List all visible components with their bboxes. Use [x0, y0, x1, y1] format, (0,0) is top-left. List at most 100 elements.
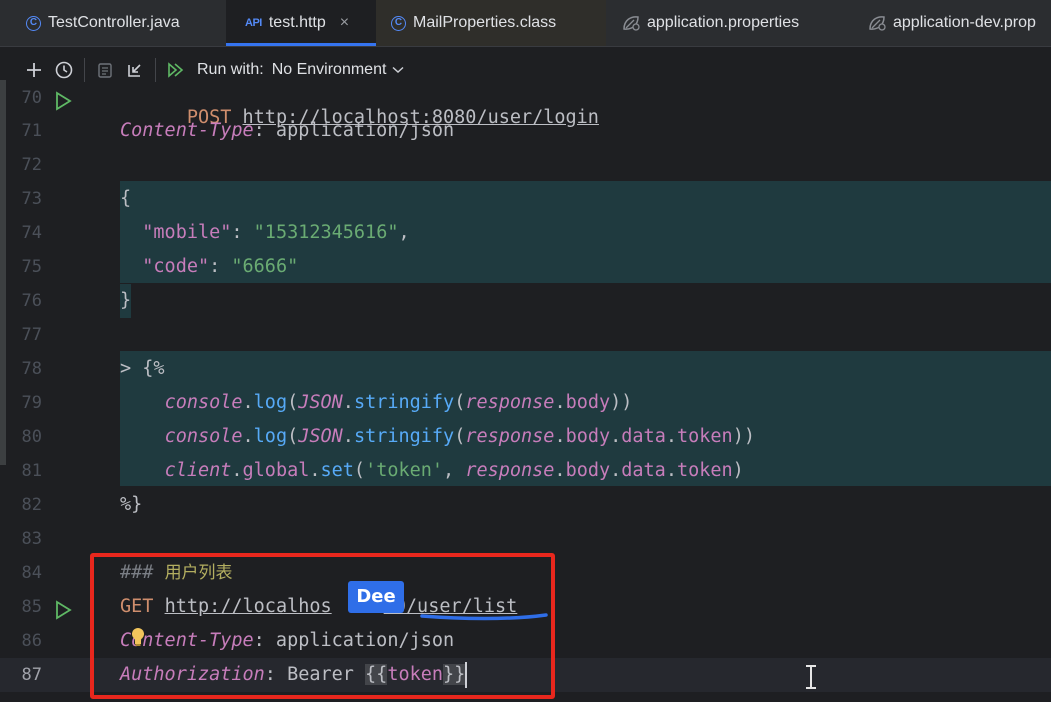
paren: ( — [287, 426, 299, 447]
code-line[interactable]: 73 { — [0, 182, 1051, 216]
editor-tab-bar: C TestController.java API test.http × C … — [0, 0, 1051, 47]
js-body: body — [565, 426, 611, 447]
js-stringify: stringify — [353, 392, 455, 413]
lightbulb-icon[interactable] — [130, 627, 146, 652]
code-line[interactable]: 72 — [0, 148, 1051, 182]
code-line[interactable]: 82 %} — [0, 488, 1051, 522]
code-line[interactable]: 71 Content-Type: application/json — [0, 114, 1051, 148]
completion-popup[interactable]: Dee — [348, 581, 404, 613]
json-string: "15312345616" — [253, 222, 399, 243]
template-brace: }} — [443, 664, 466, 685]
header-name: Authorization — [120, 664, 265, 685]
dot: . — [665, 426, 677, 447]
js-data: data — [621, 460, 666, 481]
dot: . — [554, 392, 566, 413]
paren: ) — [732, 460, 744, 481]
tab-testcontroller-java[interactable]: C TestController.java — [0, 0, 226, 46]
code-line[interactable]: 78 > {% — [0, 352, 1051, 386]
js-response: response — [465, 426, 555, 447]
js-json: JSON — [298, 426, 343, 447]
code-line[interactable]: 83 — [0, 522, 1051, 556]
code-line[interactable]: 84 ### 用户列表 — [0, 556, 1051, 590]
tab-label: application.properties — [647, 14, 800, 31]
line-number: 86 — [21, 631, 42, 651]
header-value: application/json — [264, 630, 455, 651]
js-body: body — [565, 392, 611, 413]
line-number: 74 — [21, 223, 42, 243]
colon: : — [209, 256, 221, 277]
api-icon: API — [245, 17, 262, 29]
code-line[interactable]: 70 POST http://localhost:8080/user/login — [0, 81, 1051, 128]
script-close: %} — [120, 494, 143, 515]
toolbar-divider — [84, 58, 85, 82]
tab-application-properties[interactable]: application.properties — [606, 0, 850, 46]
js-stringify: stringify — [353, 426, 455, 447]
chevron-down-icon — [392, 61, 404, 79]
paren: ) — [743, 426, 755, 447]
header-value: application/json — [264, 120, 455, 141]
dot: . — [309, 460, 321, 481]
request-title: 用户列表 — [164, 563, 233, 583]
paren: ( — [287, 392, 299, 413]
tab-mailproperties-class[interactable]: C MailProperties.class — [376, 0, 606, 46]
line-number: 85 — [21, 597, 42, 617]
code-line[interactable]: 77 — [0, 318, 1051, 352]
line-number: 79 — [21, 393, 42, 413]
js-log: log — [253, 392, 288, 413]
line-number: 78 — [21, 359, 42, 379]
line-number: 70 — [21, 88, 42, 108]
class-c-icon: C — [391, 15, 406, 31]
code-editor[interactable]: 70 POST http://localhost:8080/user/login… — [0, 80, 1051, 702]
paren: ( — [454, 426, 466, 447]
colon: : — [231, 222, 243, 243]
request-url-part[interactable]: http://localhos — [165, 596, 332, 617]
paren: ) — [621, 392, 633, 413]
dot: . — [554, 426, 566, 447]
code-line[interactable]: 81 client.global.set('token', response.b… — [0, 454, 1051, 488]
line-number: 72 — [21, 155, 42, 175]
js-client: client — [164, 460, 232, 481]
line-number: 80 — [21, 427, 42, 447]
code-line[interactable]: 76 } — [0, 284, 1051, 318]
paren: ( — [454, 392, 466, 413]
close-tab-icon[interactable]: × — [340, 14, 349, 32]
template-variable: token — [387, 664, 444, 685]
tab-test-http[interactable]: API test.http × — [226, 0, 376, 46]
comma: , — [443, 460, 466, 481]
code-line[interactable]: 75 "code": "6666" — [0, 250, 1051, 284]
js-console: console — [164, 392, 243, 413]
line-number: 82 — [21, 495, 42, 515]
code-line[interactable]: 80 console.log(JSON.stringify(response.b… — [0, 420, 1051, 454]
js-log: log — [253, 426, 288, 447]
dot: . — [610, 426, 622, 447]
header-value: Bearer — [275, 664, 366, 685]
js-console: console — [164, 426, 243, 447]
request-separator: ### — [120, 562, 165, 583]
paren: ) — [732, 426, 744, 447]
code-line[interactable]: 79 console.log(JSON.stringify(response.b… — [0, 386, 1051, 420]
js-response: response — [465, 392, 555, 413]
js-string: 'token' — [365, 460, 444, 481]
js-global: global — [242, 460, 310, 481]
code-line-current[interactable]: 87 Authorization: Bearer {{token}} — [0, 658, 1051, 692]
colon: : — [253, 630, 265, 651]
json-string: "6666" — [231, 256, 299, 277]
environment-selector[interactable]: No Environment — [272, 61, 405, 79]
json-key: "mobile" — [142, 222, 232, 243]
json-brace: } — [120, 284, 132, 318]
json-key: "code" — [142, 256, 210, 277]
spring-leaf-icon — [622, 14, 640, 32]
js-response: response — [465, 460, 555, 481]
line-number: 71 — [21, 121, 42, 141]
tab-application-dev-properties[interactable]: application-dev.prop — [850, 0, 1051, 46]
code-line[interactable]: 74 "mobile": "15312345616", — [0, 216, 1051, 250]
dot: . — [554, 460, 566, 481]
code-line[interactable]: 86 Content-Type: application/json — [0, 624, 1051, 658]
line-number: 76 — [21, 291, 42, 311]
tab-label: test.http — [268, 14, 326, 31]
js-token: token — [676, 426, 733, 447]
header-name: Content-Type — [120, 120, 254, 141]
line-number: 84 — [21, 563, 42, 583]
line-number: 77 — [21, 325, 42, 345]
js-token: token — [676, 460, 733, 481]
